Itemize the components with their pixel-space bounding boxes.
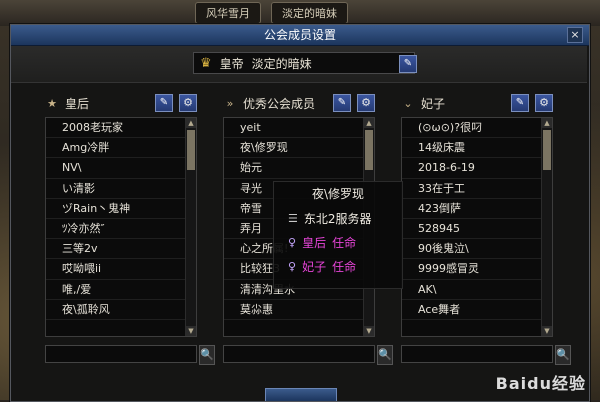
gear-icon[interactable]: ⚙ [357,94,375,112]
panel-title: 皇后 [65,96,90,111]
guild-leader-rank: 皇帝 [219,56,244,71]
search-input[interactable] [223,345,375,363]
list-item[interactable]: 始元 [224,158,374,179]
scroll-up-icon[interactable]: ▲ [542,118,552,128]
guild-edit-button[interactable]: ✎ [399,55,417,73]
search-input[interactable] [401,345,553,363]
scroll-down-icon[interactable]: ▼ [186,326,196,336]
list-item[interactable]: (⊙ω⊙)?很叼 [402,118,552,139]
scroll-up-icon[interactable]: ▲ [364,118,374,128]
search-icon[interactable]: 🔍 [555,345,571,365]
scroll-down-icon[interactable]: ▼ [542,326,552,336]
panel-header: » 优秀公会成员 ✎ ⚙ [223,93,375,113]
close-button[interactable]: × [567,27,583,43]
context-action-label: 任命 [332,235,357,250]
list-item[interactable]: 三等2v [46,239,196,260]
guild-info-bar: ♛ 皇帝 淡定的暗妹 ✎ [11,46,587,83]
list-item[interactable]: yeit [224,118,374,139]
edit-button[interactable]: ✎ [333,94,351,112]
scroll-down-icon[interactable]: ▼ [364,326,374,336]
dialog-titlebar: 公会成员设置 × [11,25,589,46]
search-icon[interactable]: 🔍 [377,345,393,365]
list-item[interactable]: Ace舞者 [402,300,552,320]
scroll-thumb[interactable] [543,130,551,170]
list-item[interactable]: 夜\孤聆风 [46,300,196,320]
context-rank-label: 皇后 [302,235,327,250]
panel-header: ⌄ 妃子 ✎ ⚙ [401,93,553,113]
context-rank-label: 妃子 [302,259,327,274]
member-list[interactable]: (⊙ω⊙)?很叼 14级床震 2018-6-19 33在于工 423倒萨 528… [401,117,553,337]
member-list[interactable]: 2008老玩家 Amg冷胖 NV\ い清影 ヅRain丶鬼神 ﾂ冷亦然″ 三等2… [45,117,197,337]
search-input[interactable] [45,345,197,363]
list-item[interactable]: 90後鬼泣\ [402,239,552,260]
scroll-up-icon[interactable]: ▲ [186,118,196,128]
edit-button[interactable]: ✎ [155,94,173,112]
context-action-label: 任命 [332,259,357,274]
list-item[interactable]: NV\ [46,158,196,179]
context-server-item[interactable]: ☰ 东北2服务器 [274,206,402,230]
watermark: Baidu经验 [495,374,586,393]
server-icon: ☰ [288,211,298,225]
scrollbar[interactable]: ▲ ▼ [185,118,196,336]
context-menu-title: 夜\修罗现 [311,187,365,201]
crown-icon: ♛ [200,55,212,71]
list-item[interactable]: 423倒萨 [402,199,552,219]
list-item[interactable]: 528945 [402,219,552,240]
list-item[interactable]: 哎呦喂ii [46,259,196,280]
list-item[interactable]: 唯,/爱 [46,280,196,300]
list-item[interactable]: 2018-6-19 [402,158,552,179]
context-appoint-empress[interactable]: ♀ 皇后 任命 [274,230,402,254]
list-item[interactable]: 9999感冒灵 [402,259,552,280]
list-item[interactable]: Amg冷胖 [46,138,196,159]
list-item[interactable]: 14级床震 [402,138,552,159]
star-icon: ★ [47,96,57,110]
list-item[interactable]: 2008老玩家 [46,118,196,139]
person-icon: ♀ [288,235,297,249]
confirm-button[interactable] [265,388,337,401]
scroll-thumb[interactable] [187,130,195,170]
context-server-label: 东北2服务器 [303,211,372,226]
panel-title: 妃子 [421,96,446,111]
panel-empress: ★ 皇后 ✎ ⚙ 2008老玩家 Amg冷胖 NV\ い清影 ヅRain丶鬼神 … [45,93,215,369]
search-row: 🔍 [401,345,571,365]
search-icon[interactable]: 🔍 [199,345,215,365]
scroll-thumb[interactable] [365,130,373,170]
list-item[interactable]: い清影 [46,179,196,199]
gear-icon[interactable]: ⚙ [535,94,553,112]
gear-icon[interactable]: ⚙ [179,94,197,112]
list-item[interactable]: ﾂ冷亦然″ [46,219,196,240]
panel-title: 优秀公会成员 [243,96,316,111]
person-icon: ♀ [288,259,297,273]
guild-member-settings-dialog: 公会成员设置 × ♛ 皇帝 淡定的暗妹 ✎ ★ 皇后 ✎ ⚙ 2008老玩家 A… [10,24,590,402]
list-item[interactable]: ヅRain丶鬼神 [46,199,196,219]
list-item[interactable]: 33在于工 [402,179,552,199]
edit-button[interactable]: ✎ [511,94,529,112]
top-pill-right: 淡定的暗妹 [271,2,348,24]
member-context-menu: 夜\修罗现 ☰ 东北2服务器 ♀ 皇后 任命 ♀ 妃子 任命 [273,181,403,289]
list-item[interactable]: 莫尛惠 [224,300,374,320]
chevron-down-icon: ⌄ [403,96,413,110]
list-item[interactable]: 夜\修罗现 [224,138,374,159]
search-row: 🔍 [45,345,215,365]
panel-header: ★ 皇后 ✎ ⚙ [45,93,197,113]
list-item[interactable]: AK\ [402,280,552,300]
panel-consort: ⌄ 妃子 ✎ ⚙ (⊙ω⊙)?很叼 14级床震 2018-6-19 33在于工 … [401,93,571,369]
chevron-double-icon: » [226,96,234,110]
guild-leader-box: ♛ 皇帝 淡定的暗妹 [193,52,415,74]
game-topbar: 风华雪月 淡定的暗妹 [0,0,600,26]
dialog-title: 公会成员设置 [263,28,336,42]
context-appoint-consort[interactable]: ♀ 妃子 任命 [274,254,402,278]
scrollbar[interactable]: ▲ ▼ [541,118,552,336]
top-pill-left: 风华雪月 [195,2,261,24]
guild-leader-name: 淡定的暗妹 [251,56,312,71]
search-row: 🔍 [223,345,393,365]
